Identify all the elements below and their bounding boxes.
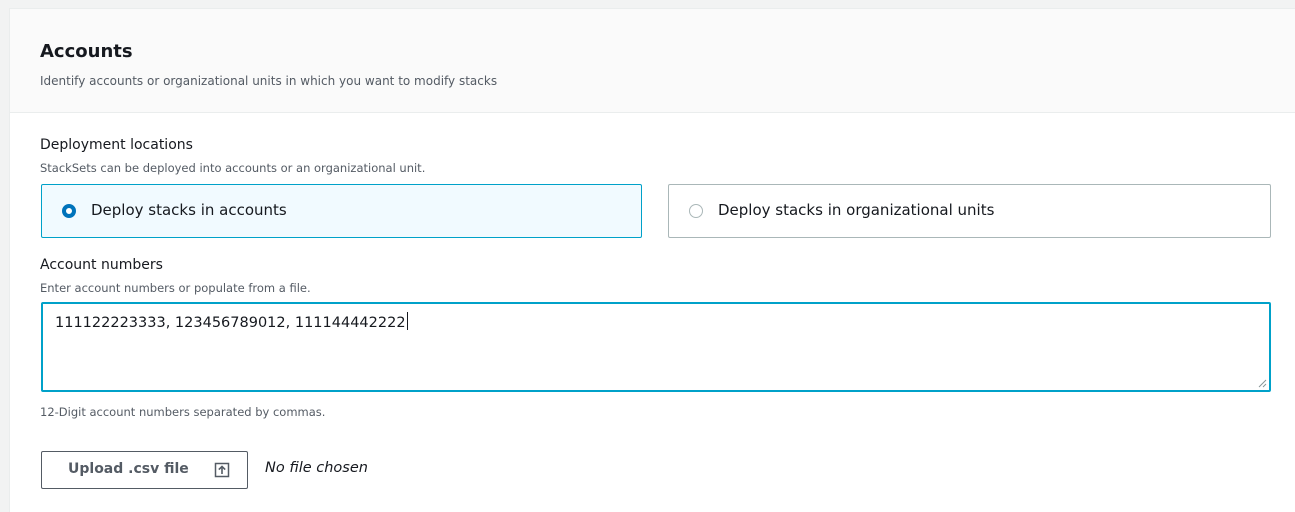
- upload-icon: [214, 462, 230, 478]
- deploy-org-units-tile[interactable]: Deploy stacks in organizational units: [668, 184, 1271, 238]
- deploy-accounts-tile[interactable]: Deploy stacks in accounts: [41, 184, 642, 238]
- account-numbers-description: Enter account numbers or populate from a…: [40, 281, 311, 295]
- panel-title: Accounts: [40, 41, 133, 62]
- account-numbers-textarea[interactable]: 111122223333, 123456789012, 111144442222: [41, 302, 1271, 392]
- account-numbers-value: 111122223333, 123456789012, 111144442222: [55, 315, 406, 331]
- text-caret: [406, 312, 408, 330]
- panel-header: Accounts Identify accounts or organizati…: [10, 9, 1295, 113]
- radio-unselected-icon[interactable]: [689, 204, 703, 218]
- radio-selected-icon[interactable]: [62, 204, 76, 218]
- deploy-accounts-label: Deploy stacks in accounts: [91, 201, 287, 219]
- deployment-locations-label: Deployment locations: [40, 137, 193, 153]
- accounts-panel: Accounts Identify accounts or organizati…: [9, 8, 1295, 512]
- resize-handle-icon[interactable]: [1257, 378, 1267, 388]
- panel-description: Identify accounts or organizational unit…: [40, 74, 498, 88]
- file-status-text: No file chosen: [265, 460, 368, 476]
- upload-csv-button[interactable]: Upload .csv file: [41, 451, 248, 489]
- page-background: Accounts Identify accounts or organizati…: [0, 0, 1295, 512]
- account-numbers-label: Account numbers: [40, 257, 163, 273]
- upload-button-label: Upload .csv file: [68, 461, 189, 477]
- deployment-locations-description: StackSets can be deployed into accounts …: [40, 161, 426, 175]
- deploy-org-units-label: Deploy stacks in organizational units: [718, 201, 995, 219]
- account-numbers-constraint: 12-Digit account numbers separated by co…: [40, 405, 326, 419]
